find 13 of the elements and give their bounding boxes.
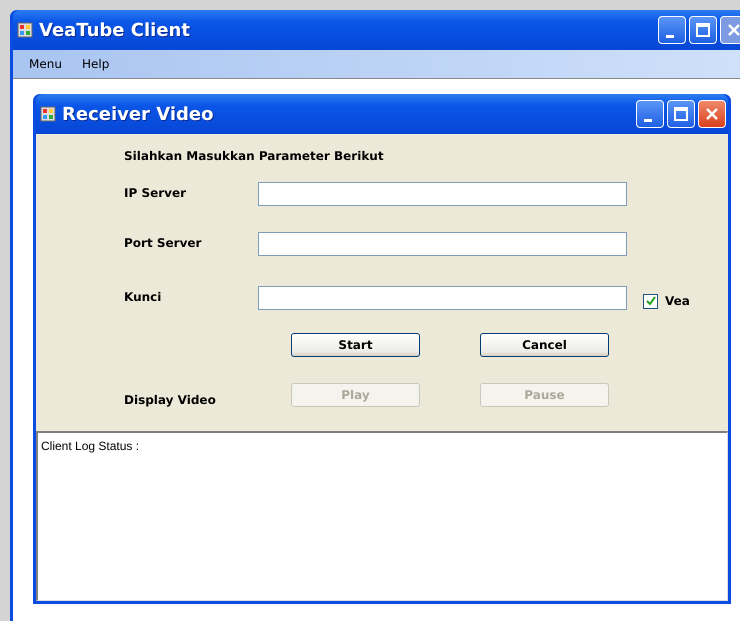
field-label: IP Server [124, 186, 188, 200]
action-button[interactable]: Start [291, 333, 420, 357]
menu-item[interactable]: Help [74, 55, 118, 73]
display-label: Display Video [124, 393, 217, 407]
checkbox-label: Vea [665, 294, 690, 308]
field-label: Kunci [124, 290, 162, 304]
action-button[interactable]: Cancel [480, 333, 609, 357]
log-text: Client Log Status : [41, 439, 140, 453]
window-title: VeaTube Client [39, 20, 191, 40]
dialog-title: Receiver Video [62, 104, 214, 124]
form-heading: Silahkan Masukkan Parameter Berikut [124, 149, 385, 163]
menu-item[interactable]: Menu [21, 55, 70, 73]
field-label: Port Server [124, 236, 202, 250]
